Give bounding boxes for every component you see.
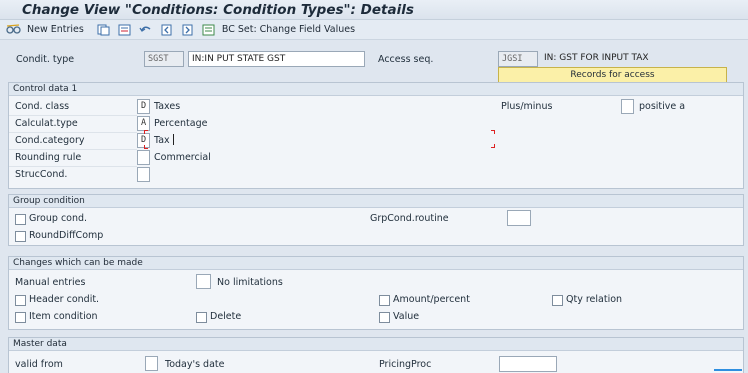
manual-entries-text: No limitations [217, 277, 283, 288]
next-icon[interactable] [180, 23, 195, 36]
edit-glasses-icon[interactable] [6, 23, 21, 36]
valid-from-text: Today's date [165, 359, 225, 370]
delete-icon[interactable] [117, 23, 132, 36]
text-cursor [173, 134, 174, 145]
cond-class-field[interactable]: D [137, 99, 150, 114]
condit-type-description-field[interactable]: IN:IN PUT STATE GST [188, 51, 365, 67]
focus-marker-bottom [144, 145, 148, 149]
calculat-type-text: Percentage [154, 118, 208, 129]
page-title: Change View "Conditions: Condition Types… [22, 2, 414, 18]
struc-cond-field[interactable] [137, 167, 150, 182]
control-data-title: Control data 1 [9, 83, 743, 96]
item-condition-checkbox[interactable] [15, 312, 26, 323]
focus-marker-top [144, 130, 148, 134]
struc-cond-label: StrucCond. [15, 169, 68, 180]
item-condition-label: Item condition [29, 311, 98, 322]
copy-icon[interactable] [96, 23, 111, 36]
value-checkbox[interactable] [379, 312, 390, 323]
undo-icon[interactable] [138, 23, 153, 36]
header-condit-checkbox[interactable] [15, 295, 26, 306]
group-condition-group: Group condition Group cond. RoundDiffCom… [8, 194, 744, 246]
cond-class-label: Cond. class [15, 101, 70, 112]
master-data-title: Master data [9, 338, 743, 351]
window-title-bar: Change View "Conditions: Condition Types… [0, 0, 748, 20]
amount-percent-label: Amount/percent [393, 294, 470, 305]
calculat-type-field[interactable]: A [137, 116, 150, 131]
manual-entries-field[interactable] [196, 274, 211, 289]
qty-relation-checkbox[interactable] [552, 295, 563, 306]
plus-minus-text: positive a [639, 101, 686, 112]
access-seq-code-field[interactable]: JGSI [498, 51, 538, 67]
grpcond-routine-field[interactable] [507, 210, 531, 226]
plus-minus-field[interactable] [621, 99, 634, 114]
previous-icon[interactable] [159, 23, 174, 36]
grpcond-routine-label: GrpCond.routine [370, 213, 449, 224]
rounding-rule-text: Commercial [154, 152, 211, 163]
cond-category-label: Cond.category [15, 135, 85, 146]
round-diff-comp-checkbox[interactable] [15, 231, 26, 242]
pricing-proc-field[interactable] [499, 356, 557, 372]
cond-class-text: Taxes [154, 101, 181, 112]
focus-marker-right-bottom [491, 144, 495, 148]
cond-category-text: Tax [154, 135, 170, 146]
delete-checkbox[interactable] [196, 312, 207, 323]
rounding-rule-field[interactable] [137, 150, 150, 165]
group-cond-label: Group cond. [29, 213, 88, 224]
calculat-type-label: Calculat.type [15, 118, 78, 129]
manual-entries-label: Manual entries [15, 277, 86, 288]
value-label: Value [393, 311, 420, 322]
group-cond-checkbox[interactable] [15, 214, 26, 225]
valid-from-field[interactable] [145, 356, 158, 371]
bc-set-button[interactable]: BC Set: Change Field Values [222, 24, 355, 35]
scroll-indicator[interactable] [714, 369, 742, 371]
condit-type-code-field[interactable]: SGST [144, 51, 184, 67]
pricing-proc-label: PricingProc [379, 359, 432, 370]
select-icon[interactable] [201, 23, 216, 36]
rounding-rule-label: Rounding rule [15, 152, 82, 163]
new-entries-button[interactable]: New Entries [27, 24, 84, 35]
changes-group: Changes which can be made Manual entries… [8, 256, 744, 330]
valid-from-label: valid from [15, 359, 63, 370]
master-data-group: Master data valid from Today's date Pric… [8, 337, 744, 373]
access-seq-label: Access seq. [378, 54, 434, 65]
round-diff-comp-label: RoundDiffComp [29, 230, 104, 241]
application-toolbar: New Entries BC Set: Change Field Values [0, 20, 748, 40]
control-data-group: Control data 1 Cond. class D Taxes Calcu… [8, 82, 744, 189]
plus-minus-label: Plus/minus [501, 101, 553, 112]
qty-relation-label: Qty relation [566, 294, 623, 305]
access-seq-description: IN: GST FOR INPUT TAX [544, 53, 649, 63]
amount-percent-checkbox[interactable] [379, 295, 390, 306]
changes-title: Changes which can be made [9, 257, 743, 270]
header-condit-label: Header condit. [29, 294, 100, 305]
focus-marker-right-top [491, 130, 495, 134]
condit-type-label: Condit. type [16, 54, 75, 65]
records-for-access-button[interactable]: Records for access [498, 67, 727, 83]
delete-label: Delete [210, 311, 242, 322]
group-condition-title: Group condition [9, 195, 743, 208]
